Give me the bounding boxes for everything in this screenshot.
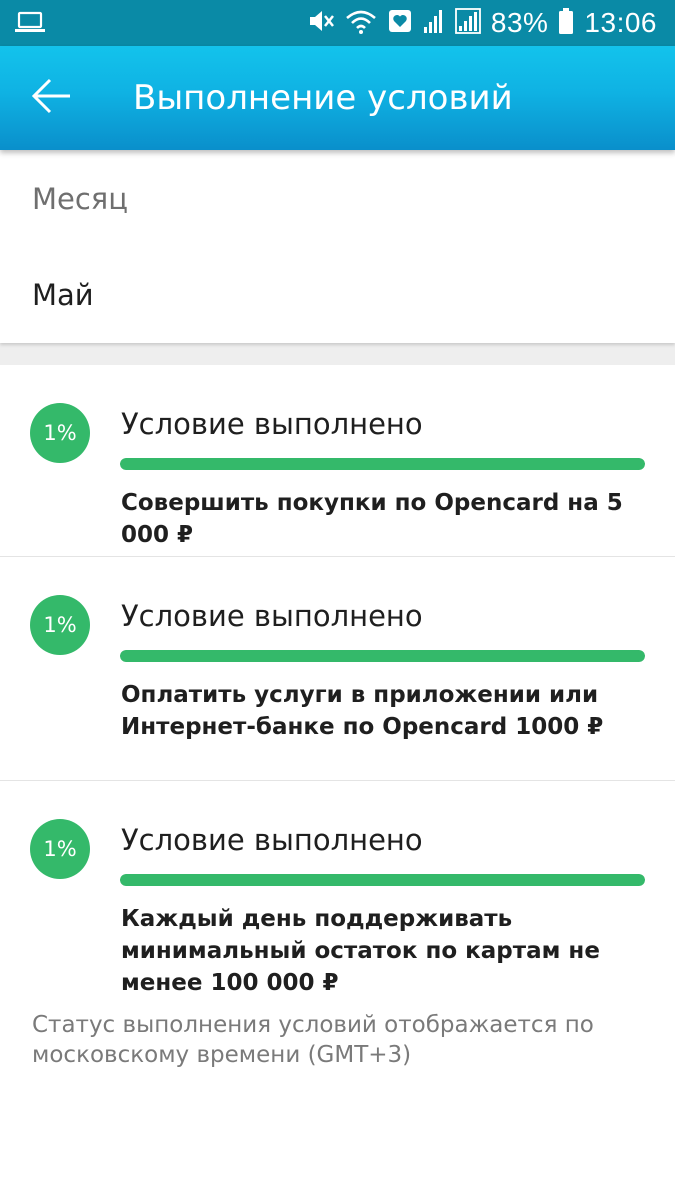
condition-item: 1% Условие выполнено Каждый день поддерж… — [0, 781, 675, 1001]
conditions-list: 1% Условие выполнено Совершить покупки п… — [0, 365, 675, 1001]
battery-icon — [558, 7, 574, 40]
condition-status: Условие выполнено — [121, 599, 423, 633]
condition-description: Каждый день поддерживать минимальный ост… — [121, 906, 600, 996]
page-title: Выполнение условий — [133, 78, 513, 118]
percent-badge: 1% — [30, 403, 90, 463]
progress-bar — [120, 650, 645, 662]
signal-icon — [423, 7, 445, 40]
condition-item: 1% Условие выполнено Совершить покупки п… — [0, 365, 675, 557]
percent-badge: 1% — [30, 819, 90, 879]
month-label: Месяц — [32, 182, 128, 216]
progress-fill — [120, 650, 645, 662]
condition-item: 1% Условие выполнено Оплатить услуги в п… — [0, 557, 675, 781]
mute-icon — [307, 7, 335, 40]
laptop-icon — [14, 10, 46, 34]
progress-fill — [120, 874, 645, 886]
percent-badge: 1% — [30, 595, 90, 655]
back-button[interactable] — [22, 68, 82, 128]
condition-description: Совершить покупки по Opencard на 5 000 ₽ — [121, 490, 623, 548]
progress-bar — [120, 458, 645, 470]
condition-status: Условие выполнено — [121, 823, 423, 857]
battery-percent: 83% — [490, 7, 549, 38]
month-selector[interactable]: Месяц Май — [0, 150, 675, 343]
signal-icon — [454, 7, 481, 40]
status-bar: 83% 13:06 — [0, 0, 675, 46]
app-bar: Выполнение условий — [0, 46, 675, 150]
condition-status: Условие выполнено — [121, 407, 423, 441]
wifi-icon — [345, 7, 377, 40]
condition-description: Оплатить услуги в приложении или Интерне… — [121, 682, 604, 740]
arrow-left-icon — [30, 74, 74, 122]
clock: 13:06 — [584, 7, 657, 38]
heart-box-icon — [387, 8, 413, 39]
month-value[interactable]: Май — [32, 278, 94, 312]
section-divider — [0, 343, 675, 365]
footnote: Статус выполнения условий отображается п… — [32, 1012, 594, 1068]
progress-fill — [120, 458, 645, 470]
progress-bar — [120, 874, 645, 886]
